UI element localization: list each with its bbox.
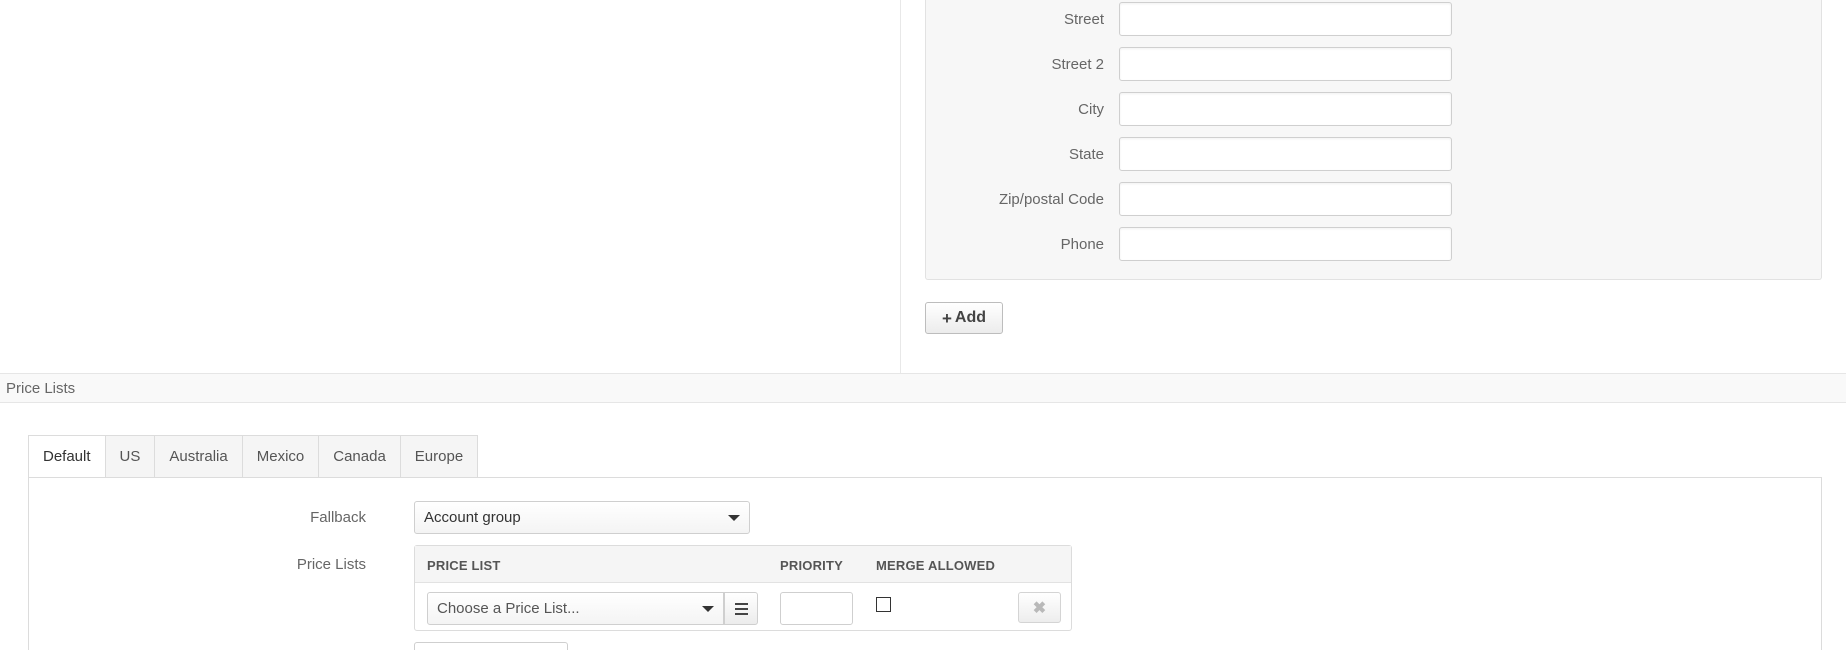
fallback-value: Account group: [424, 509, 521, 526]
zip-input[interactable]: [1119, 182, 1452, 216]
merge-allowed-checkbox[interactable]: [876, 597, 891, 612]
add-button-label: Add: [954, 309, 987, 326]
city-row: City: [926, 92, 1821, 126]
zip-label: Zip/postal Code: [998, 191, 1104, 208]
section-title: Price Lists: [6, 380, 76, 397]
state-input[interactable]: [1119, 137, 1452, 171]
price-list-placeholder: Choose a Price List...: [437, 600, 580, 617]
tab-default[interactable]: Default: [28, 435, 106, 478]
zip-row: Zip/postal Code: [926, 182, 1821, 216]
phone-input[interactable]: [1119, 227, 1452, 261]
list-icon[interactable]: [724, 592, 758, 625]
column-header-priority: PRIORITY: [780, 558, 843, 573]
tab-australia[interactable]: Australia: [155, 435, 243, 478]
street-label: Street: [1063, 11, 1104, 28]
price-list-select[interactable]: Choose a Price List...: [427, 592, 724, 625]
address-panel: Street Street 2 City State Zip/postal Co…: [925, 0, 1822, 280]
add-address-button[interactable]: + Add: [925, 302, 1003, 334]
chevron-down-icon: [702, 606, 714, 612]
price-lists-section-header: Price Lists: [0, 373, 1846, 403]
price-lists-label: Price Lists: [296, 556, 366, 573]
remove-row-button[interactable]: ✖: [1018, 592, 1061, 623]
street-input[interactable]: [1119, 2, 1452, 36]
state-label: State: [1068, 146, 1104, 163]
price-list-tabs: Default US Australia Mexico Canada Europ…: [28, 435, 479, 478]
street-2-label: Street 2: [1051, 56, 1104, 73]
price-lists-table: PRICE LIST PRIORITY MERGE ALLOWED Choose…: [414, 545, 1072, 631]
city-label: City: [1078, 101, 1104, 118]
close-icon: ✖: [1032, 599, 1047, 617]
column-header-merge-allowed: MERGE ALLOWED: [876, 558, 996, 573]
column-header-price-list: PRICE LIST: [427, 558, 501, 573]
left-column: [0, 0, 901, 373]
phone-label: Phone: [1060, 236, 1104, 253]
add-price-list-button[interactable]: [414, 642, 568, 650]
tab-europe[interactable]: Europe: [400, 435, 479, 478]
tab-us[interactable]: US: [105, 435, 156, 478]
tab-mexico[interactable]: Mexico: [242, 435, 320, 478]
street-2-input[interactable]: [1119, 47, 1452, 81]
chevron-down-icon: [728, 515, 740, 521]
priority-input[interactable]: [780, 592, 853, 625]
tab-canada[interactable]: Canada: [319, 435, 401, 478]
table-header: PRICE LIST PRIORITY MERGE ALLOWED: [415, 546, 1071, 583]
street-row: Street: [926, 2, 1821, 36]
plus-icon: +: [941, 308, 952, 328]
street-2-row: Street 2: [926, 47, 1821, 81]
city-input[interactable]: [1119, 92, 1452, 126]
fallback-select[interactable]: Account group: [414, 501, 750, 534]
fallback-label: Fallback: [310, 509, 366, 526]
phone-row: Phone: [926, 227, 1821, 261]
state-row: State: [926, 137, 1821, 171]
